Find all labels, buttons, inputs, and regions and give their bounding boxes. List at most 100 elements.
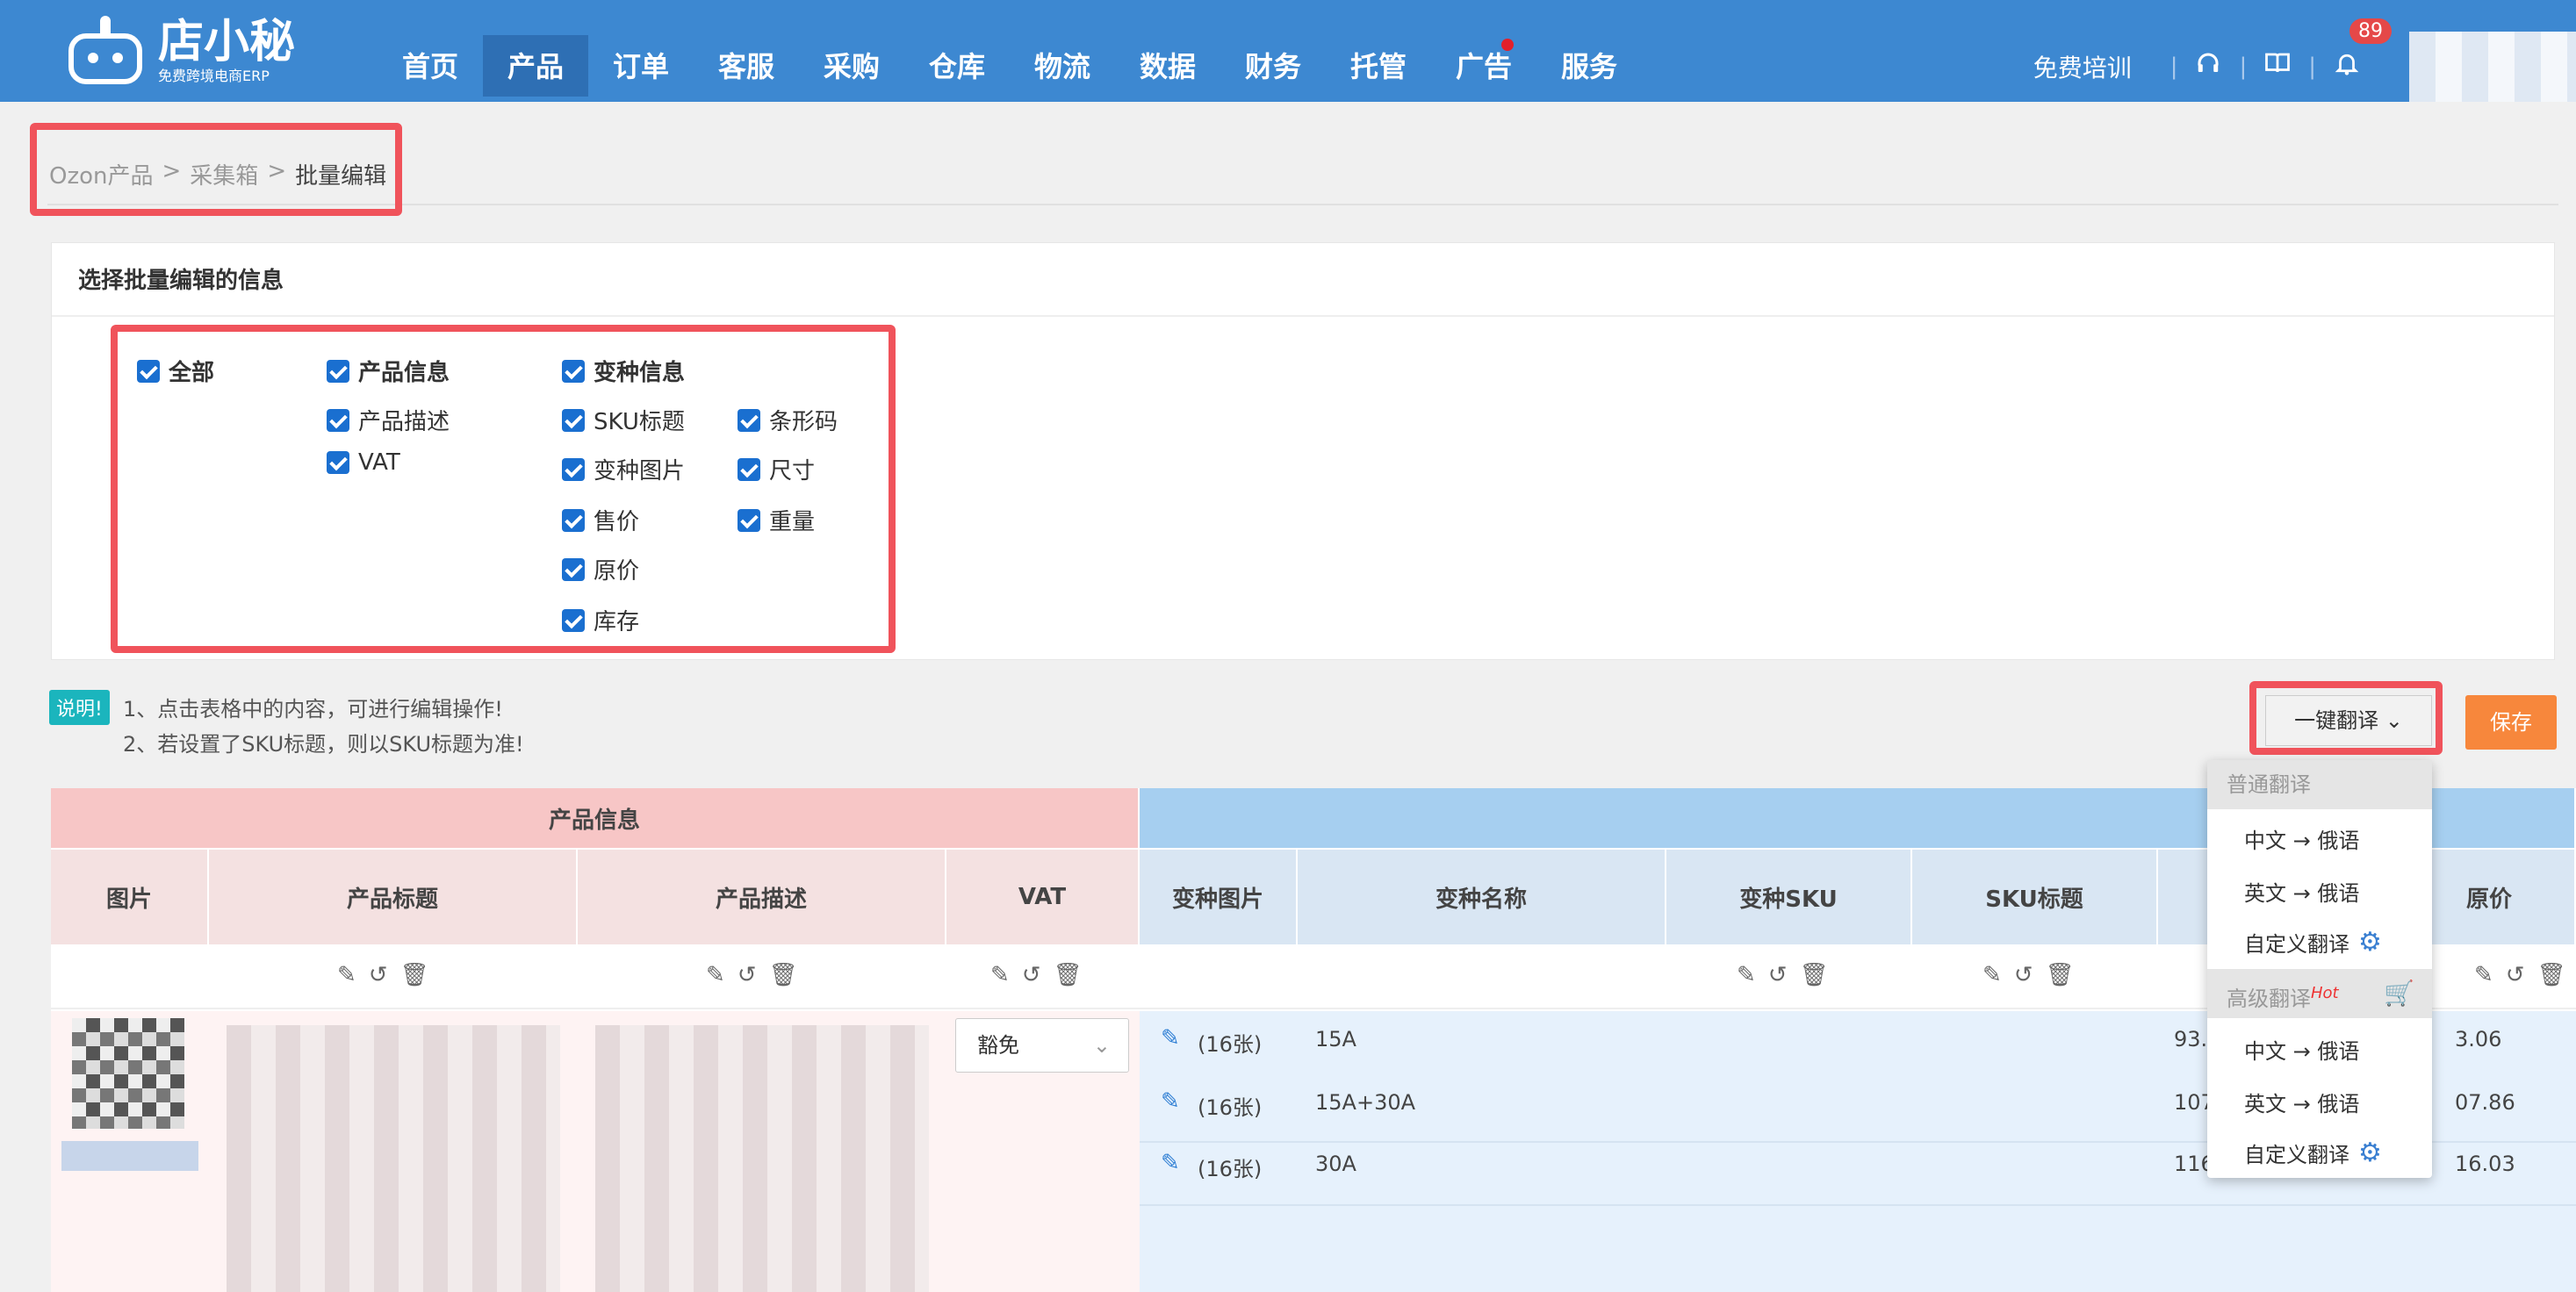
sku-tools: ✎ ↺ 🗑	[1737, 962, 1829, 988]
undo-icon[interactable]: ↺	[2506, 962, 2525, 988]
trash-icon[interactable]: 🗑	[2537, 962, 2566, 988]
separator: |	[2239, 54, 2248, 80]
nav-data[interactable]: 数据	[1115, 0, 1220, 102]
nav-home[interactable]: 首页	[378, 0, 483, 102]
blurred-product-caption	[61, 1141, 198, 1171]
hot-badge: Hot	[2311, 984, 2339, 1002]
dd-advanced-header: 高级翻译Hot 🛒	[2207, 969, 2432, 1018]
col-header-image: 图片	[51, 850, 209, 946]
dd-normal-custom[interactable]: 自定义翻译 ⚙	[2244, 927, 2382, 958]
vat-tools: ✎ ↺ 🗑	[990, 962, 1083, 988]
undo-icon[interactable]: ↺	[738, 962, 757, 988]
note-tag: 说明!	[49, 690, 110, 725]
highlight-translate	[2249, 681, 2443, 755]
dd-adv-custom[interactable]: 自定义翻译 ⚙	[2244, 1138, 2382, 1168]
desc-tools: ✎ ↺ 🗑	[706, 962, 798, 988]
cart-icon: 🛒	[2384, 979, 2414, 1008]
edit-icon[interactable]: ✎	[706, 962, 725, 988]
edit-variant-image-icon[interactable]: ✎	[1161, 1088, 1180, 1115]
brand-name: 店小秘	[158, 16, 296, 68]
product-thumbnail[interactable]	[72, 1018, 184, 1129]
dd-adv-cn-ru[interactable]: 中文 → 俄语	[2244, 1034, 2359, 1065]
app-logo[interactable]: 店小秘 免费跨境电商ERP	[63, 9, 295, 93]
dd-normal-custom-label: 自定义翻译	[2244, 932, 2349, 957]
edit-variant-image-icon[interactable]: ✎	[1161, 1150, 1180, 1176]
col-header-vat: VAT	[946, 850, 1140, 946]
undo-icon[interactable]: ↺	[2014, 962, 2033, 988]
variant-name[interactable]: 15A	[1315, 1027, 1356, 1052]
free-training-link[interactable]: 免费培训	[2033, 49, 2132, 84]
headset-icon[interactable]	[2195, 50, 2221, 83]
undo-icon[interactable]: ↺	[1768, 962, 1788, 988]
batch-edit-table: 产品信息 图片 产品标题 产品描述 VAT 变种图片 变种名称 变种SKU SK…	[51, 788, 2576, 1292]
nav-finance[interactable]: 财务	[1220, 0, 1326, 102]
bell-icon[interactable]: 89	[2334, 18, 2392, 83]
col-header-variant-image: 变种图片	[1140, 850, 1298, 946]
tools-row	[51, 946, 2576, 1009]
nav-hosting[interactable]: 托管	[1326, 0, 1431, 102]
orig-price[interactable]: 07.86	[2455, 1090, 2515, 1115]
user-avatar[interactable]	[2409, 32, 2576, 102]
nav-orders[interactable]: 订单	[588, 0, 694, 102]
trash-icon[interactable]: 🗑	[1054, 962, 1083, 988]
breadcrumb-area: Ozon产品 > 采集箱 > 批量编辑	[47, 132, 2558, 205]
trash-icon[interactable]: 🗑	[769, 962, 798, 988]
trash-icon[interactable]: 🗑	[2046, 962, 2075, 988]
orig-price[interactable]: 16.03	[2455, 1152, 2515, 1176]
edit-icon[interactable]: ✎	[337, 962, 356, 988]
edit-icon[interactable]: ✎	[990, 962, 1010, 988]
orig-price[interactable]: 3.06	[2455, 1027, 2501, 1052]
variant-image-count[interactable]: (16张)	[1198, 1090, 1262, 1121]
edit-variant-image-icon[interactable]: ✎	[1161, 1025, 1180, 1052]
dd-advanced-label: 高级翻译	[2227, 987, 2311, 1011]
variant-image-count[interactable]: (16张)	[1198, 1027, 1262, 1058]
panel-title: 选择批量编辑的信息	[78, 268, 284, 294]
edit-icon[interactable]: ✎	[1982, 962, 2002, 988]
save-button[interactable]: 保存	[2465, 695, 2557, 750]
undo-icon[interactable]: ↺	[1022, 962, 1041, 988]
col-header-variant-sku: 变种SKU	[1666, 850, 1912, 946]
undo-icon[interactable]: ↺	[369, 962, 388, 988]
dd-normal-en-ru[interactable]: 英文 → 俄语	[2244, 876, 2359, 907]
book-icon[interactable]	[2264, 50, 2291, 83]
note-line-1: 1、点击表格中的内容，可进行编辑操作!	[123, 697, 503, 721]
main-nav: 首页 产品 订单 客服 采购 仓库 物流 数据 财务 托管 广告 服务	[378, 0, 1642, 102]
edit-icon[interactable]: ✎	[1737, 962, 1756, 988]
brand-tagline: 免费跨境电商ERP	[158, 68, 270, 84]
variant-name[interactable]: 30A	[1315, 1152, 1356, 1176]
col-header-variant-name: 变种名称	[1298, 850, 1666, 946]
nav-customer-service[interactable]: 客服	[694, 0, 799, 102]
translate-dropdown: 普通翻译 中文 → 俄语 英文 → 俄语 自定义翻译 ⚙ 高级翻译Hot 🛒 中文 …	[2207, 760, 2432, 1178]
orig-price-tools: ✎ ↺ 🗑	[2474, 962, 2566, 988]
row-divider	[1140, 1204, 2576, 1206]
dd-normal-cn-ru[interactable]: 中文 → 俄语	[2244, 823, 2359, 854]
new-dot-indicator	[1501, 39, 1514, 51]
note-line-2: 2、若设置了SKU标题，则以SKU标题为准!	[123, 732, 524, 757]
col-header-desc: 产品描述	[578, 850, 946, 946]
variant-image-count[interactable]: (16张)	[1198, 1152, 1262, 1182]
title-tools: ✎ ↺ 🗑	[337, 962, 429, 988]
nav-warehouse[interactable]: 仓库	[904, 0, 1010, 102]
nav-logistics[interactable]: 物流	[1010, 0, 1115, 102]
robot-logo-icon	[63, 16, 148, 86]
trash-icon[interactable]: 🗑	[400, 962, 429, 988]
dd-adv-en-ru[interactable]: 英文 → 俄语	[2244, 1087, 2359, 1117]
nav-purchase[interactable]: 采购	[799, 0, 904, 102]
sale-price[interactable]: 93.	[2174, 1027, 2207, 1052]
vat-select[interactable]: 豁免 ⌄	[955, 1018, 1129, 1073]
blurred-product-title[interactable]	[227, 1025, 560, 1292]
separator: |	[2169, 54, 2178, 80]
group-header-product-info: 产品信息	[51, 788, 1140, 850]
dd-normal-header: 普通翻译	[2207, 760, 2432, 809]
nav-ads-label: 广告	[1455, 50, 1512, 83]
gear-icon[interactable]: ⚙	[2358, 1138, 2382, 1168]
gear-icon[interactable]: ⚙	[2358, 927, 2382, 958]
variant-name[interactable]: 15A+30A	[1315, 1090, 1415, 1115]
nav-product[interactable]: 产品	[483, 35, 588, 97]
highlight-checkboxes	[111, 325, 896, 653]
nav-ads[interactable]: 广告	[1431, 0, 1536, 102]
nav-services[interactable]: 服务	[1536, 0, 1642, 102]
blurred-product-desc[interactable]	[595, 1025, 929, 1292]
trash-icon[interactable]: 🗑	[1800, 962, 1829, 988]
edit-icon[interactable]: ✎	[2474, 962, 2493, 988]
